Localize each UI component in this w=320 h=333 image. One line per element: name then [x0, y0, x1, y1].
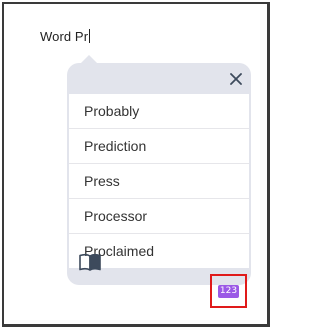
numeric-keypad-button[interactable]: 123 [218, 284, 239, 298]
screenshot-frame: Word Pr Probably Prediction Press Proces… [2, 2, 270, 327]
close-button[interactable] [225, 68, 247, 90]
suggestion-item[interactable]: Processor [69, 199, 249, 234]
book-icon [79, 253, 101, 271]
text-caret [89, 29, 91, 43]
close-icon [230, 73, 242, 85]
suggestion-list: Probably Prediction Press Processor Proc… [69, 94, 249, 268]
popup-pointer [81, 55, 97, 63]
editor-text-line[interactable]: Word Pr [40, 29, 91, 44]
dictionary-button[interactable] [78, 252, 102, 272]
suggestion-item[interactable]: Probably [69, 94, 249, 129]
numeric-keypad-highlight: 123 [210, 274, 247, 308]
word-prediction-popup: Probably Prediction Press Processor Proc… [67, 55, 251, 285]
typed-text: Word Pr [40, 29, 89, 44]
suggestion-item[interactable]: Prediction [69, 129, 249, 164]
suggestion-item[interactable]: Press [69, 164, 249, 199]
